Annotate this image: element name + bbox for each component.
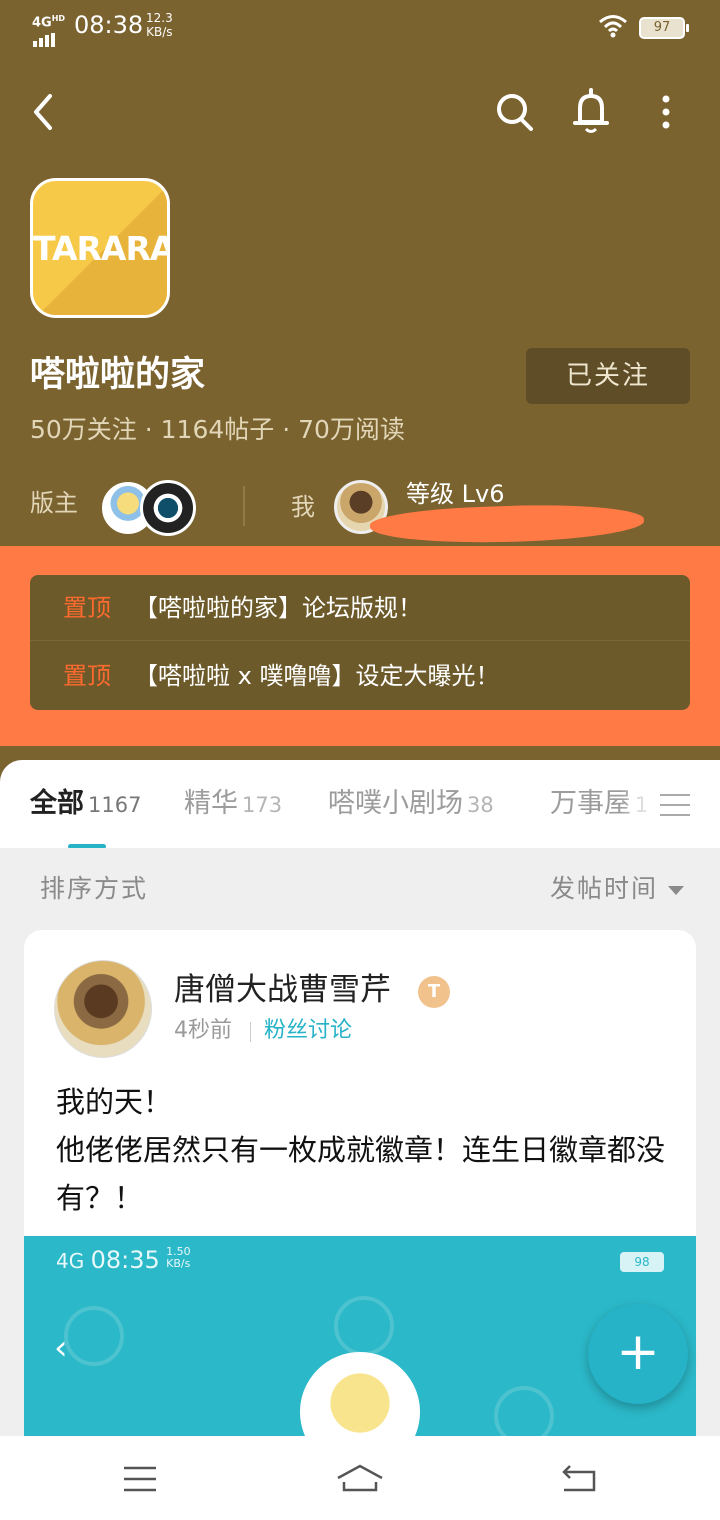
moderator-label: 版主	[30, 489, 78, 517]
back-button[interactable]	[24, 84, 64, 140]
pinned-posts: 置顶 【嗒啦啦的家】论坛版规！ 置顶 【嗒啦啦 x 噗噜噜】设定大曝光！	[30, 575, 690, 710]
menu-icon[interactable]	[122, 1462, 158, 1496]
post-body: 我的天！ 他佬佬居然只有一枚成就徽章！连生日徽章都没有？！	[56, 1085, 666, 1215]
bell-icon	[573, 88, 609, 133]
plus-icon: +	[616, 1322, 660, 1382]
forum-logo: TARARA	[30, 178, 170, 318]
search-icon	[497, 94, 533, 131]
image-back-icon: ‹	[54, 1328, 68, 1368]
pinned-post[interactable]: 置顶 【嗒啦啦 x 噗噜噜】设定大曝光！	[30, 643, 690, 709]
network-speed: 12.3 KB/s	[146, 11, 173, 39]
system-nav-bar	[0, 1436, 720, 1520]
pinned-title: 【嗒啦啦的家】论坛版规！	[134, 594, 422, 622]
level-badge-icon: T	[418, 976, 450, 1008]
author-avatar[interactable]	[54, 960, 152, 1058]
sort-bar: 排序方式 发帖时间	[0, 848, 720, 930]
image-battery: 98	[620, 1252, 664, 1272]
battery-indicator: 97	[639, 17, 689, 39]
pinned-tag: 置顶	[63, 662, 111, 690]
new-post-button[interactable]: +	[588, 1304, 688, 1404]
forum-logo-text: TARARA	[33, 229, 170, 268]
status-time: 08:38	[74, 11, 144, 39]
more-vertical-icon	[662, 95, 670, 129]
post-time: 4秒前	[174, 1018, 232, 1043]
author-name[interactable]: 唐僧大战曹雪芹	[174, 970, 391, 1010]
image-status-bar: 4G 08:35 1.50 KB/s	[56, 1245, 191, 1275]
list-icon[interactable]	[660, 794, 690, 816]
back-icon[interactable]	[560, 1462, 600, 1496]
user-level: 等级 Lv6	[406, 480, 505, 508]
post-category[interactable]: 粉丝讨论	[264, 1016, 352, 1046]
sort-label: 排序方式	[40, 874, 149, 903]
me-label: 我	[291, 493, 315, 521]
pinned-title: 【嗒啦啦 x 噗噜噜】设定大曝光！	[134, 662, 500, 690]
tab-theater[interactable]: 嗒噗小剧场 38	[328, 784, 494, 825]
sort-dropdown[interactable]: 发帖时间	[550, 872, 658, 906]
more-options-button[interactable]	[646, 84, 686, 140]
post-card[interactable]: 唐僧大战曹雪芹 T 4秒前 粉丝讨论 我的天！ 他佬佬居然只有一枚成就徽章！连生…	[24, 930, 696, 1520]
pinned-post[interactable]: 置顶 【嗒啦啦的家】论坛版规！	[30, 575, 690, 641]
forum-stats: 50万关注 · 1164帖子 · 70万阅读	[30, 415, 405, 444]
moderator-avatar[interactable]	[140, 480, 196, 536]
status-bar: 4GHD 08:38 12.3 KB/s 97	[0, 0, 720, 52]
tab-bar: 全部1167 精华173 嗒噗小剧场38 万事屋1	[0, 760, 720, 849]
divider	[250, 1022, 251, 1042]
wifi-icon	[599, 15, 627, 38]
follow-button[interactable]: 已关注	[526, 348, 690, 404]
chevron-left-icon	[34, 94, 52, 130]
divider	[243, 486, 245, 526]
search-button[interactable]	[490, 84, 540, 140]
caret-down-icon	[668, 886, 684, 895]
tab-featured[interactable]: 精华 173	[184, 784, 282, 825]
home-icon[interactable]	[334, 1462, 386, 1496]
pinned-tag: 置顶	[63, 594, 111, 622]
notification-button[interactable]	[566, 84, 616, 140]
forum-name: 嗒啦啦的家	[30, 355, 206, 395]
tab-all[interactable]: 全部 1167	[30, 784, 141, 825]
signal-icon	[33, 28, 57, 47]
